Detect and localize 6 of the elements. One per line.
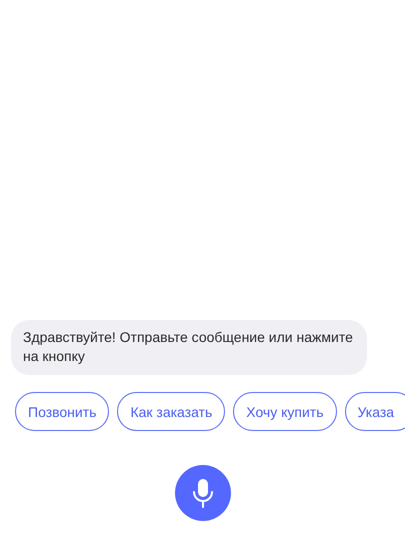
quick-reply-button[interactable]: Указа bbox=[344, 392, 405, 431]
chat-message: Здравствуйте! Отправьте сообщение или нажмите на кнопку bbox=[11, 320, 367, 375]
microphone-icon bbox=[192, 478, 214, 508]
quick-reply-button[interactable]: Хочу купить bbox=[233, 392, 336, 431]
quick-reply-button[interactable]: Позвонить bbox=[15, 392, 110, 431]
quick-reply-button[interactable]: Как заказать bbox=[117, 392, 226, 431]
